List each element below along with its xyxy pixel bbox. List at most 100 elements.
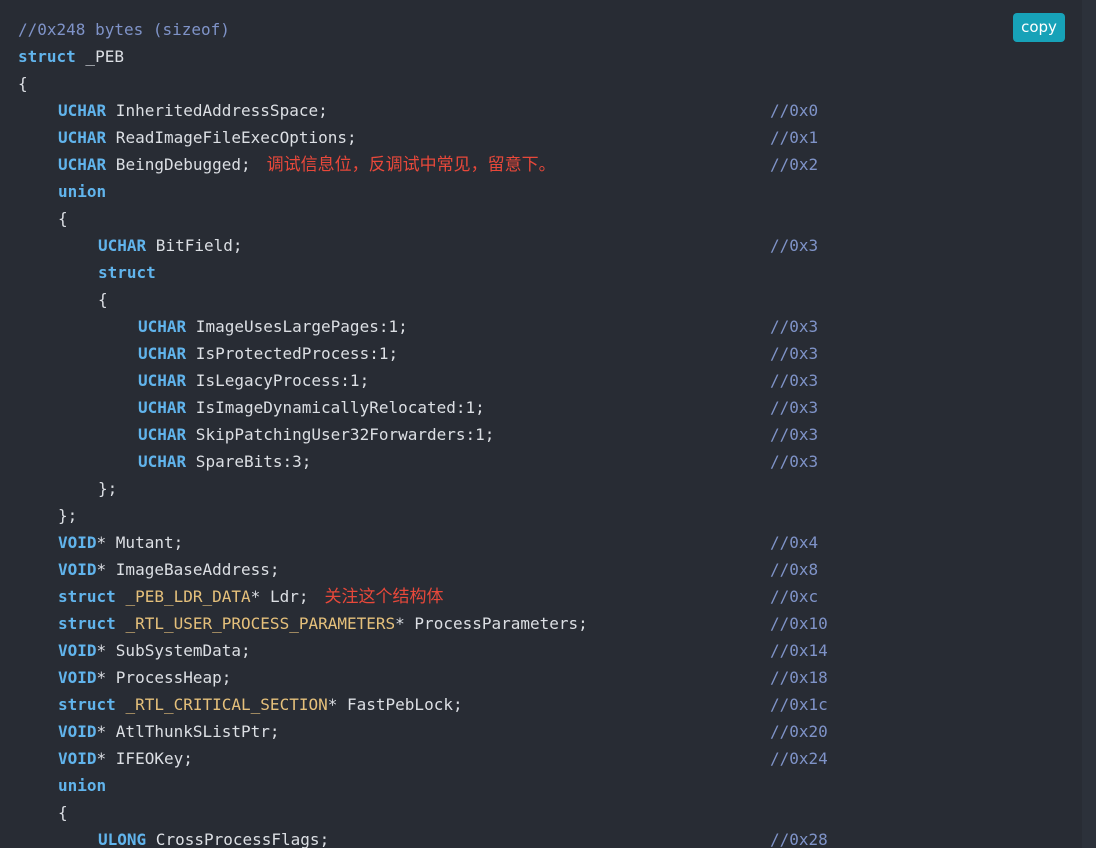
code-token: { [18, 74, 28, 93]
offset-comment: //0x3 [770, 344, 819, 363]
code-line: struct _RTL_CRITICAL_SECTION* FastPebLoc… [0, 691, 1096, 718]
keyword-token: VOID [58, 722, 97, 741]
code-text: UCHAR ImageUsesLargePages:1; [138, 313, 408, 340]
offset-comment: //0x0 [770, 101, 819, 120]
code-token: * FastPebLock; [327, 695, 463, 714]
code-line: UCHAR IsProtectedProcess:1; //0x3 [0, 340, 1096, 367]
keyword-token: UCHAR [138, 371, 187, 390]
code-line: UCHAR SkipPatchingUser32Forwarders:1; //0… [0, 421, 1096, 448]
code-line: UCHAR BitField; //0x3 [0, 232, 1096, 259]
code-text: struct _RTL_CRITICAL_SECTION* FastPebLoc… [58, 691, 463, 718]
keyword-token: union [58, 182, 107, 201]
code-token: SkipPatchingUser32Forwarders:1; [186, 425, 495, 444]
code-line: VOID* SubSystemData; //0x14 [0, 637, 1096, 664]
code-text: { [98, 286, 108, 313]
keyword-token: UCHAR [138, 452, 187, 471]
code-line: }; [0, 475, 1096, 502]
code-token: CrossProcessFlags; [146, 830, 330, 848]
code-line: VOID* Mutant; //0x4 [0, 529, 1096, 556]
offset-comment: //0x24 [770, 749, 828, 768]
keyword-token: struct [58, 587, 116, 606]
code-line: struct _RTL_USER_PROCESS_PARAMETERS* Pro… [0, 610, 1096, 637]
code-token: BitField; [146, 236, 243, 255]
offset-comment: //0x3 [770, 371, 819, 390]
annotation-note: 调试信息位，反调试中常见，留意下。 [266, 155, 556, 175]
code-token: SpareBits:3; [186, 452, 312, 471]
code-text: UCHAR SpareBits:3; [138, 448, 311, 475]
code-token: }; [58, 506, 78, 525]
code-text: UCHAR IsLegacyProcess:1; [138, 367, 369, 394]
code-text: ULONG CrossProcessFlags; [98, 826, 329, 848]
code-line: VOID* ImageBaseAddress; //0x8 [0, 556, 1096, 583]
code-line: struct _PEB [0, 43, 1096, 70]
keyword-token: UCHAR [138, 398, 187, 417]
code-line: }; [0, 502, 1096, 529]
code-token: { [58, 209, 68, 228]
code-token: * IFEOKey; [96, 749, 193, 768]
code-text: UCHAR SkipPatchingUser32Forwarders:1; [138, 421, 494, 448]
copy-button[interactable]: copy [1013, 13, 1065, 42]
offset-comment: //0x28 [770, 830, 828, 848]
offset-comment: //0x1c [770, 695, 828, 714]
code-line: ULONG CrossProcessFlags; //0x28 [0, 826, 1096, 848]
keyword-token: VOID [58, 533, 97, 552]
code-token: _PEB [75, 47, 124, 66]
code-text: UCHAR IsImageDynamicallyRelocated:1; [138, 394, 485, 421]
code-line: { [0, 70, 1096, 97]
offset-comment: //0x4 [770, 533, 819, 552]
code-text: union [58, 178, 106, 205]
code-line: UCHAR SpareBits:3; //0x3 [0, 448, 1096, 475]
code-line: { [0, 205, 1096, 232]
keyword-token: struct [58, 614, 116, 633]
keyword-token: union [58, 776, 107, 795]
code-text: VOID* ProcessHeap; [58, 664, 231, 691]
type-token: _PEB_LDR_DATA [125, 587, 251, 606]
code-line: VOID* ProcessHeap; //0x18 [0, 664, 1096, 691]
code-text: union [58, 772, 106, 799]
code-token: * Ldr; [250, 587, 309, 606]
code-line: UCHAR BeingDebugged; 调试信息位，反调试中常见，留意下。 //0… [0, 151, 1096, 178]
keyword-token: UCHAR [58, 155, 107, 174]
code-token: IsProtectedProcess:1; [186, 344, 399, 363]
code-text: struct _PEB [18, 43, 124, 70]
code-token: * SubSystemData; [96, 641, 251, 660]
code-text: { [18, 70, 28, 97]
code-text: VOID* Mutant; [58, 529, 183, 556]
offset-comment: //0x3 [770, 425, 819, 444]
comment-token: //0x248 bytes (sizeof) [18, 20, 230, 39]
code-line: VOID* IFEOKey; //0x24 [0, 745, 1096, 772]
scrollbar[interactable] [1082, 0, 1096, 848]
code-token: { [58, 803, 68, 822]
code-text: struct _RTL_USER_PROCESS_PARAMETERS* Pro… [58, 610, 588, 637]
code-token: ReadImageFileExecOptions; [106, 128, 357, 147]
type-token: _RTL_USER_PROCESS_PARAMETERS [125, 614, 396, 633]
code-text: //0x248 bytes (sizeof) [18, 16, 230, 43]
keyword-token: UCHAR [138, 317, 187, 336]
keyword-token: VOID [58, 749, 97, 768]
code-text: }; [98, 475, 117, 502]
code-token: { [98, 290, 108, 309]
code-line: UCHAR IsImageDynamicallyRelocated:1; //0x… [0, 394, 1096, 421]
offset-comment: //0x8 [770, 560, 819, 579]
code-token: * ProcessHeap; [96, 668, 232, 687]
code-text: UCHAR BeingDebugged; 调试信息位，反调试中常见，留意下。 [58, 151, 556, 179]
keyword-token: VOID [58, 641, 97, 660]
code-line: { [0, 799, 1096, 826]
code-text: { [58, 205, 68, 232]
code-line: UCHAR IsLegacyProcess:1; //0x3 [0, 367, 1096, 394]
offset-comment: //0x10 [770, 614, 828, 633]
code-token: ImageUsesLargePages:1; [186, 317, 408, 336]
code-line: UCHAR InheritedAddressSpace; //0x0 [0, 97, 1096, 124]
code-text: }; [58, 502, 77, 529]
code-token: * ProcessParameters; [395, 614, 588, 633]
code-text: struct _PEB_LDR_DATA* Ldr; 关注这个结构体 [58, 583, 443, 611]
keyword-token: struct [98, 263, 156, 282]
code-text: VOID* ImageBaseAddress; [58, 556, 280, 583]
code-line: UCHAR ReadImageFileExecOptions; //0x1 [0, 124, 1096, 151]
code-text: struct [98, 259, 156, 286]
offset-comment: //0x1 [770, 128, 819, 147]
code-line: { [0, 286, 1096, 313]
offset-comment: //0x3 [770, 317, 819, 336]
keyword-token: ULONG [98, 830, 147, 848]
